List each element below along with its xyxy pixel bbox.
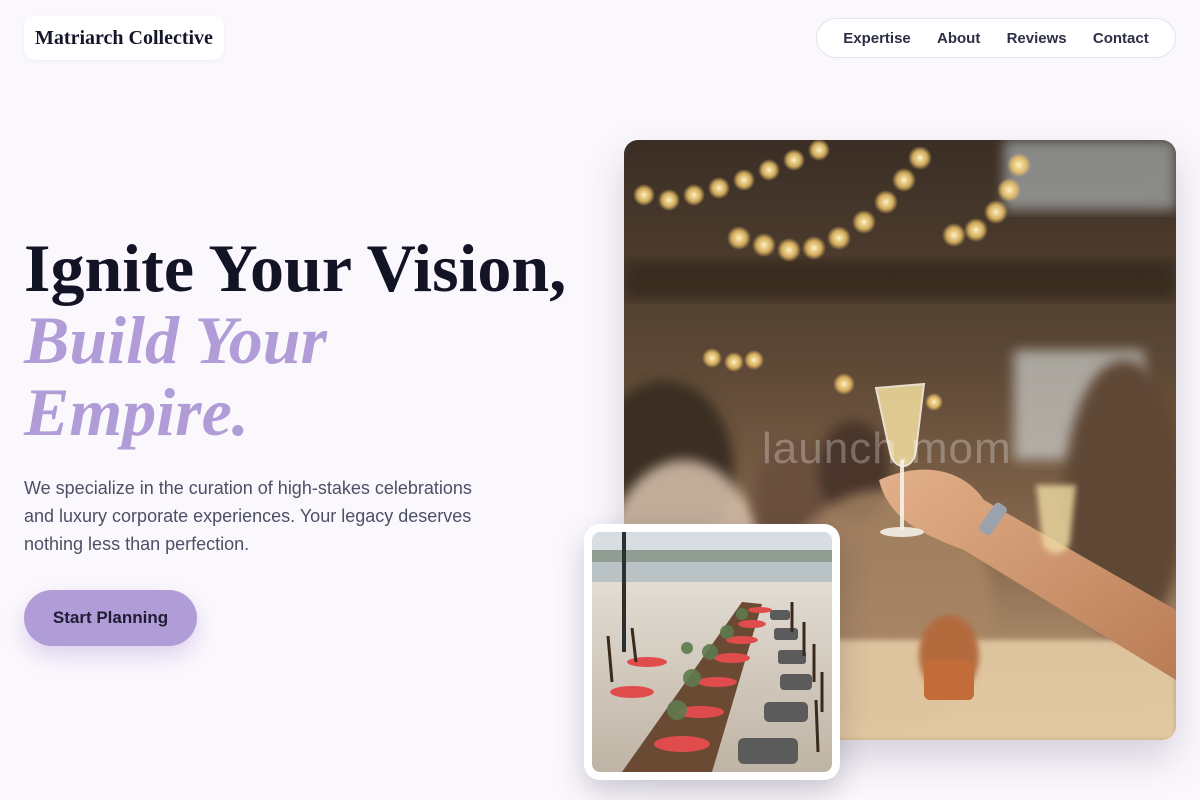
headline-line-1: Ignite Your Vision, [24, 230, 567, 306]
main-nav: Expertise About Reviews Contact [816, 18, 1176, 58]
beach-table-illustration [592, 532, 832, 772]
start-planning-button[interactable]: Start Planning [24, 590, 197, 646]
nav-link-reviews[interactable]: Reviews [999, 24, 1075, 53]
nav-link-about[interactable]: About [929, 24, 988, 53]
hero-headline: Ignite Your Vision, Build Your Empire. [24, 232, 604, 448]
headline-accent-line-2: Empire. [24, 374, 249, 450]
nav-link-expertise[interactable]: Expertise [835, 24, 919, 53]
hero-description: We specialize in the curation of high-st… [24, 478, 472, 554]
brand-name: Matriarch Collective [35, 26, 213, 49]
brand-logo[interactable]: Matriarch Collective [24, 16, 224, 60]
watermark-text: launch.mom [762, 424, 1012, 473]
nav-link-contact[interactable]: Contact [1085, 24, 1157, 53]
headline-accent-line-1: Build Your [24, 302, 328, 378]
inset-photo-beach-table [584, 524, 840, 780]
